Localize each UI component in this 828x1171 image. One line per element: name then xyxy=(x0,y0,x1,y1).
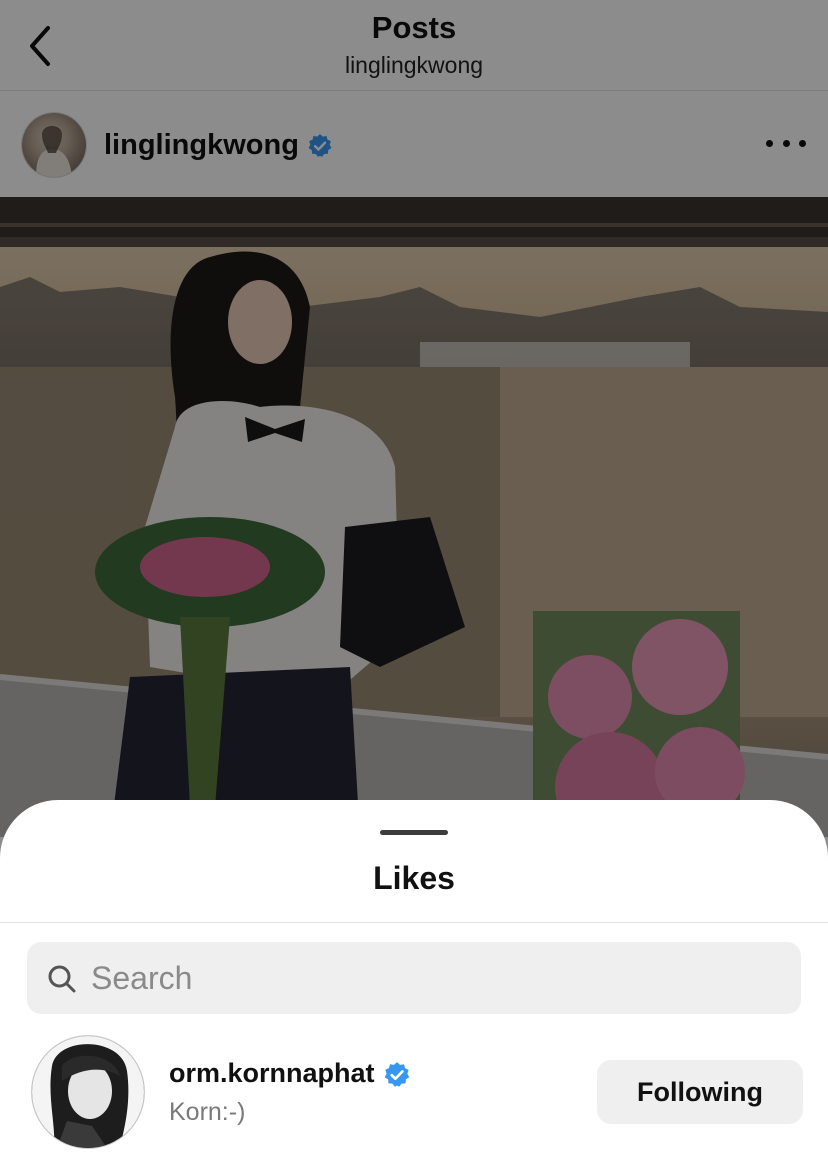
likes-bottom-sheet: Likes orm.kornnaphat Korn:-) Following xyxy=(0,800,828,1171)
like-list-item[interactable]: orm.kornnaphat Korn:-) Following xyxy=(0,1030,828,1160)
search-input[interactable] xyxy=(91,942,771,1014)
search-bar[interactable] xyxy=(27,942,801,1014)
liker-username[interactable]: orm.kornnaphat xyxy=(169,1058,411,1089)
following-button[interactable]: Following xyxy=(597,1060,803,1124)
sheet-divider xyxy=(0,922,828,923)
user-avatar[interactable] xyxy=(32,1036,144,1148)
liker-full-name: Korn:-) xyxy=(169,1098,246,1126)
sheet-drag-handle[interactable] xyxy=(380,830,448,835)
search-icon xyxy=(48,965,76,993)
liker-username-text: orm.kornnaphat xyxy=(169,1058,375,1088)
verified-badge-icon xyxy=(384,1062,409,1087)
sheet-title: Likes xyxy=(373,860,455,896)
